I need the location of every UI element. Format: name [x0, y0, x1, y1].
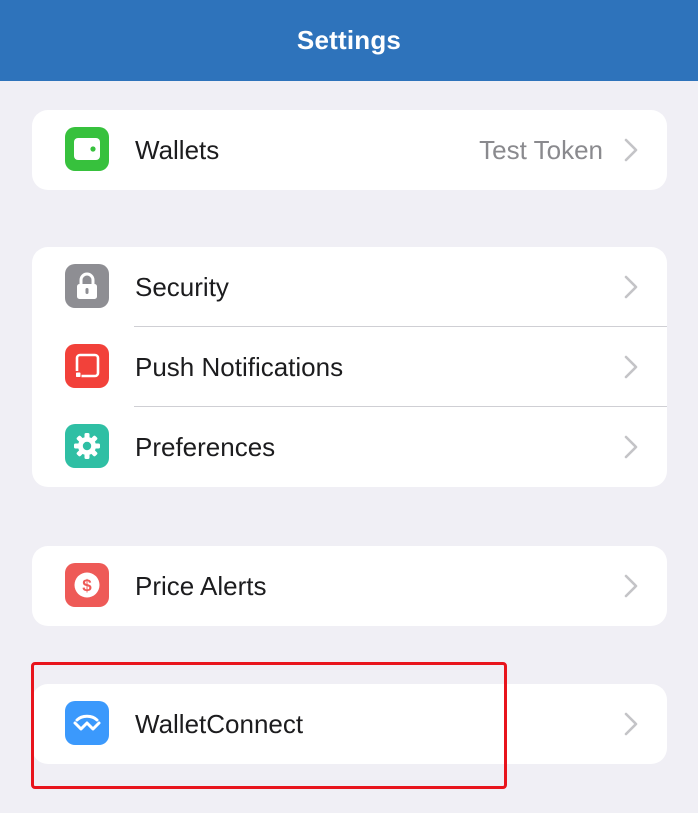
- settings-row-push-notifications[interactable]: Push Notifications: [32, 327, 667, 407]
- settings-row-label: WalletConnect: [135, 709, 304, 739]
- settings-row-preferences[interactable]: Preferences: [32, 407, 667, 487]
- settings-row-wallets[interactable]: Wallets Test Token: [32, 110, 667, 190]
- selected-wallet-value: Test Token: [479, 135, 603, 165]
- chevron-right-icon: [624, 138, 638, 162]
- walletconnect-group: WalletConnect: [32, 684, 667, 764]
- notification-icon: [65, 344, 109, 388]
- settings-row-label: Wallets: [135, 135, 220, 165]
- wallets-group: Wallets Test Token: [32, 110, 667, 190]
- chevron-right-icon: [624, 712, 638, 736]
- dollar-coin-icon: $: [65, 563, 109, 607]
- chevron-right-icon: [624, 574, 638, 598]
- chevron-right-icon: [624, 275, 638, 299]
- navigation-bar: Settings: [0, 0, 698, 81]
- settings-row-price-alerts[interactable]: $ Price Alerts: [32, 546, 667, 626]
- settings-row-security[interactable]: Security: [32, 247, 667, 327]
- settings-row-label: Push Notifications: [135, 352, 344, 382]
- chevron-right-icon: [624, 435, 638, 459]
- svg-text:$: $: [82, 576, 92, 595]
- chevron-right-icon: [624, 355, 638, 379]
- wallet-icon: [65, 127, 109, 171]
- page-title: Settings: [296, 25, 402, 55]
- price-alerts-group: $ Price Alerts: [32, 546, 667, 626]
- walletconnect-icon: [65, 701, 109, 745]
- settings-row-label: Price Alerts: [135, 571, 267, 601]
- settings-row-label: Security: [135, 272, 229, 302]
- general-settings-group: Security Push Notifications Preferences: [32, 247, 667, 487]
- lock-icon: [65, 264, 109, 308]
- gear-icon: [65, 424, 109, 468]
- settings-row-walletconnect[interactable]: WalletConnect: [32, 684, 667, 764]
- settings-row-label: Preferences: [135, 432, 276, 462]
